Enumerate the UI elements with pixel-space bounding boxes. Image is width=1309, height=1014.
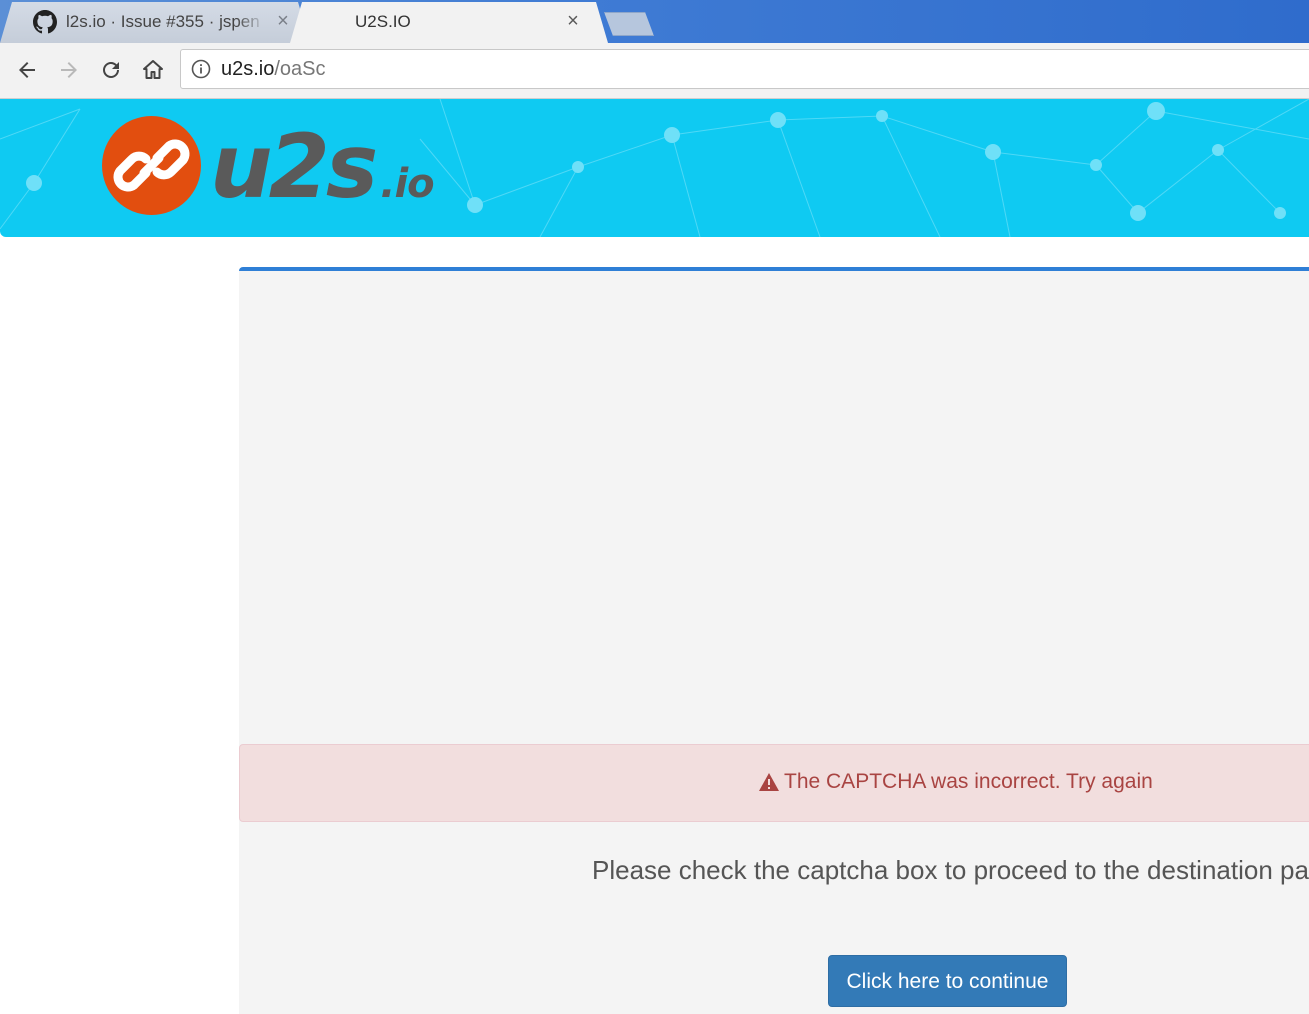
tab-u2s[interactable]: U2S.IO × bbox=[290, 2, 608, 43]
arrow-right-icon bbox=[61, 62, 77, 78]
tab-github-issue[interactable]: l2s.io · Issue #355 · jspen × bbox=[0, 2, 310, 43]
home-icon bbox=[143, 60, 163, 79]
reload-icon bbox=[103, 61, 119, 78]
logo-tld: .io bbox=[380, 161, 434, 207]
site-header: u2s .io bbox=[0, 99, 1309, 237]
home-button[interactable] bbox=[136, 53, 170, 87]
forward-button[interactable] bbox=[52, 53, 86, 87]
new-tab-button[interactable] bbox=[604, 12, 654, 36]
alert-message-row: The CAPTCHA was incorrect. Try again bbox=[758, 770, 1153, 794]
info-icon[interactable] bbox=[191, 59, 211, 79]
tab-title: U2S.IO bbox=[355, 12, 411, 31]
content-panel bbox=[239, 267, 1309, 1014]
site-logo[interactable]: u2s .io bbox=[210, 107, 435, 227]
logo-badge[interactable] bbox=[102, 116, 201, 215]
tab-close-button[interactable]: × bbox=[562, 10, 584, 32]
arrow-left-icon bbox=[19, 62, 35, 78]
chain-link-icon bbox=[113, 139, 190, 192]
github-icon bbox=[33, 10, 57, 34]
browser-tab-strip: l2s.io · Issue #355 · jspen × U2S.IO × bbox=[0, 0, 1309, 43]
browser-toolbar: u2s.io/oaSc bbox=[0, 43, 1309, 99]
captcha-instruction: Please check the captcha box to proceed … bbox=[592, 855, 1309, 885]
alert-message: The CAPTCHA was incorrect. Try again bbox=[784, 770, 1153, 793]
warning-triangle-icon bbox=[759, 773, 779, 791]
url-path: /oaSc bbox=[274, 58, 326, 80]
back-button[interactable] bbox=[10, 53, 44, 87]
continue-button[interactable]: Click here to continue bbox=[828, 955, 1067, 1007]
address-url[interactable]: u2s.io/oaSc bbox=[221, 58, 326, 81]
captcha-error-alert: The CAPTCHA was incorrect. Try again bbox=[239, 744, 1309, 822]
tab-title: l2s.io · Issue #355 · jspen bbox=[66, 12, 260, 31]
address-bar[interactable]: u2s.io/oaSc bbox=[180, 49, 1309, 89]
reload-button[interactable] bbox=[94, 53, 128, 87]
logo-wordmark: u2s bbox=[210, 115, 378, 218]
url-host: u2s.io bbox=[221, 58, 275, 80]
